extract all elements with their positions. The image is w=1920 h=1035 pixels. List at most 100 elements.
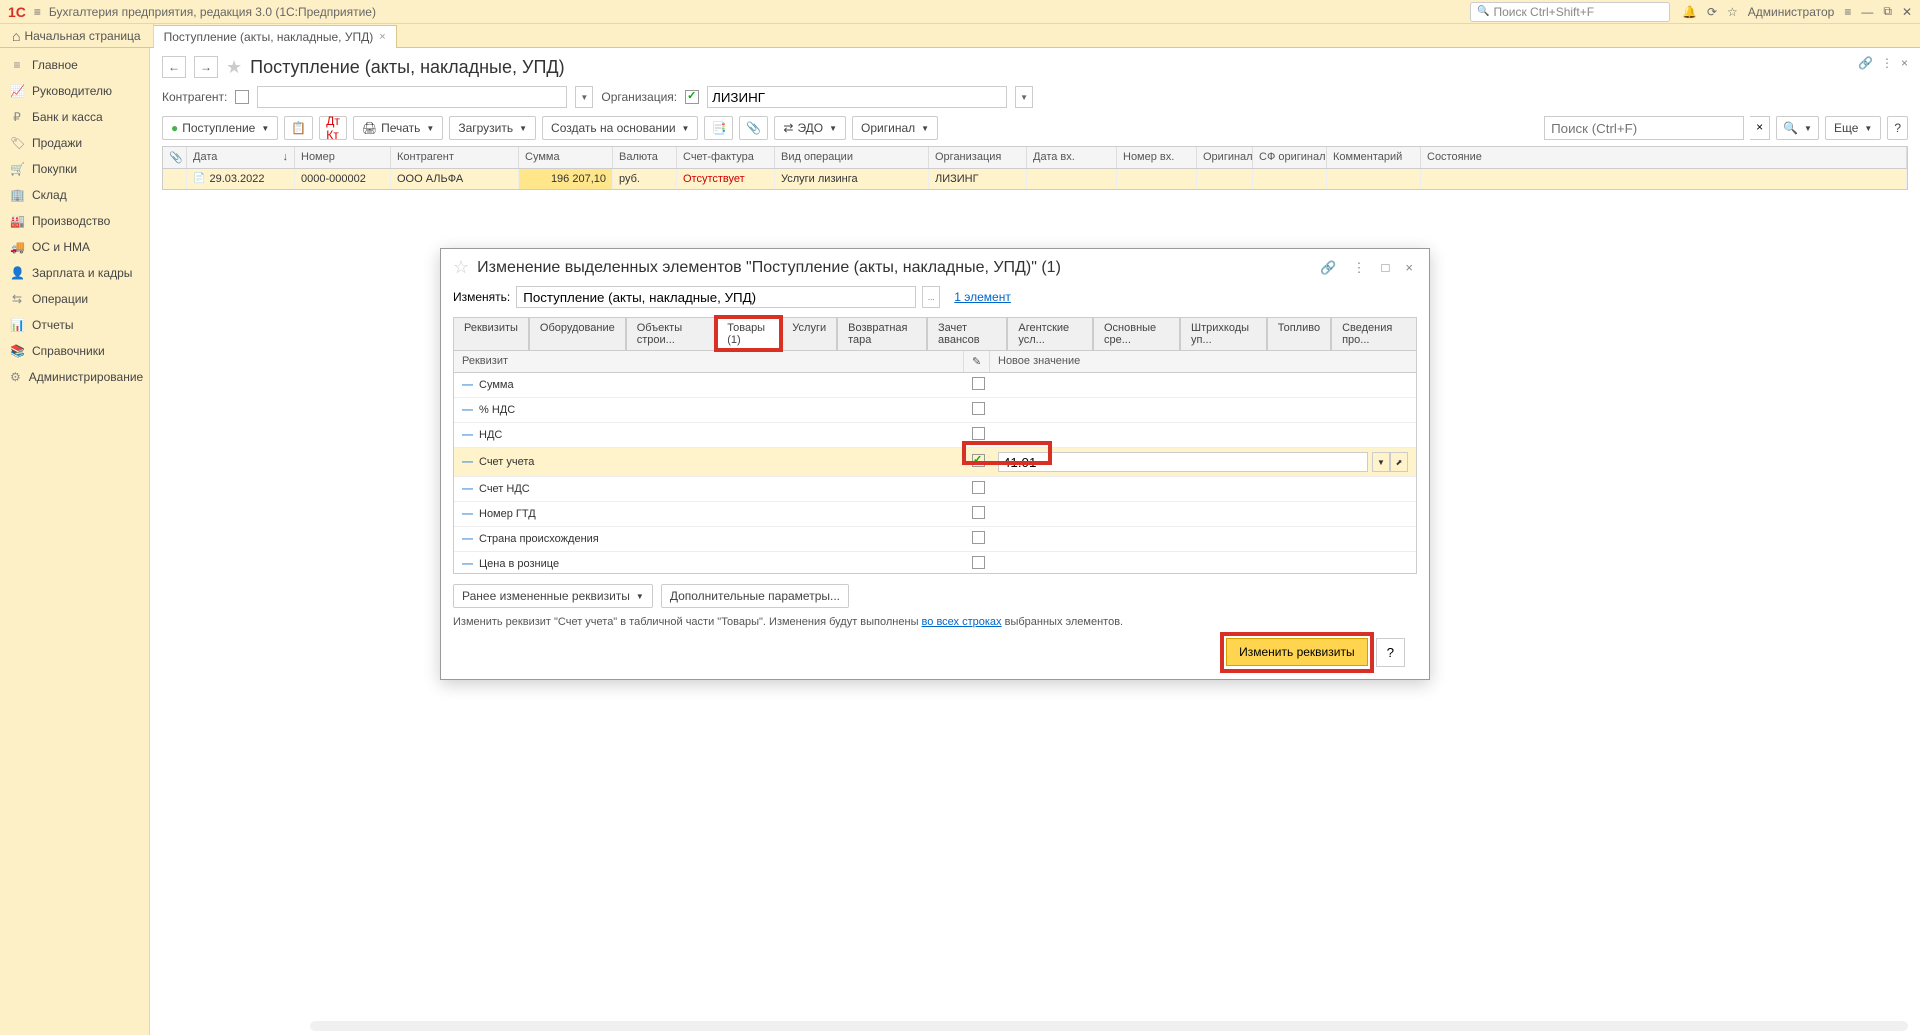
col-date-in[interactable]: Дата вх. — [1027, 147, 1117, 168]
dialog-favorite-icon[interactable]: ☆ — [453, 257, 469, 278]
element-count-link[interactable]: 1 элемент — [954, 290, 1011, 304]
dtkt-button[interactable]: ДтКт — [319, 116, 347, 140]
sidebar-item[interactable]: 🛒Покупки — [0, 156, 149, 182]
attr-row[interactable]: Сумма — [454, 373, 1416, 398]
edo-button[interactable]: ⇄ ЭДО▼ — [774, 116, 846, 140]
attr-row[interactable]: Страна происхождения — [454, 527, 1416, 552]
dialog-tab[interactable]: Оборудование — [529, 317, 626, 350]
dialog-link-icon[interactable]: 🔗 — [1316, 260, 1340, 276]
bell-icon[interactable]: 🔔 — [1682, 5, 1697, 19]
nav-back[interactable]: ← — [162, 56, 186, 78]
dialog-tab[interactable]: Возвратная тара — [837, 317, 927, 350]
col-currency[interactable]: Валюта — [613, 147, 677, 168]
attr-row[interactable]: % НДС — [454, 398, 1416, 423]
attr-checkbox-cell[interactable] — [964, 477, 990, 501]
filter-org-input[interactable] — [707, 86, 1007, 108]
change-dropdown[interactable]: ... — [922, 286, 940, 308]
dialog-tab[interactable]: Реквизиты — [453, 317, 529, 350]
attr-checkbox[interactable] — [972, 531, 985, 544]
link-icon[interactable]: 🔗 — [1858, 56, 1873, 70]
attr-checkbox-cell[interactable] — [964, 398, 990, 422]
tab-home[interactable]: Начальная страница — [0, 24, 154, 47]
attach-button[interactable]: 📎 — [739, 116, 768, 140]
col-comment[interactable]: Комментарий — [1327, 147, 1421, 168]
sidebar-item[interactable]: 🏷Продажи — [0, 130, 149, 156]
dialog-tab[interactable]: Зачет авансов — [927, 317, 1007, 350]
attr-value[interactable] — [990, 535, 1416, 543]
dialog-tab[interactable]: Основные сре... — [1093, 317, 1180, 350]
dialog-close-icon[interactable]: × — [1401, 260, 1417, 275]
close-icon[interactable]: ✕ — [1902, 5, 1912, 19]
dialog-tab[interactable]: Услуги — [781, 317, 837, 350]
dialog-tab[interactable]: Товары (1) — [716, 317, 781, 350]
dialog-tab[interactable]: Сведения про... — [1331, 317, 1417, 350]
attr-value[interactable] — [990, 431, 1416, 439]
list-search[interactable] — [1544, 116, 1744, 140]
change-input[interactable] — [516, 286, 916, 308]
val-open[interactable]: ⬈ — [1390, 452, 1408, 472]
col-attach[interactable]: 📎 — [163, 147, 187, 168]
original-button[interactable]: Оригинал▼ — [852, 116, 938, 140]
attr-checkbox-cell[interactable] — [964, 552, 990, 573]
col-date[interactable]: Дата↓ — [187, 147, 295, 168]
settings-icon[interactable]: ≡ — [1844, 5, 1851, 19]
create-based-button[interactable]: Создать на основании▼ — [542, 116, 698, 140]
col-operation[interactable]: Вид операции — [775, 147, 929, 168]
val-dropdown[interactable]: ▼ — [1372, 452, 1390, 472]
col-sum[interactable]: Сумма — [519, 147, 613, 168]
attr-row[interactable]: НДС — [454, 423, 1416, 448]
attr-value[interactable] — [990, 381, 1416, 389]
attr-checkbox[interactable] — [972, 454, 985, 467]
sidebar-item[interactable]: ⇆Операции — [0, 286, 149, 312]
sidebar-item[interactable]: 🏭Производство — [0, 208, 149, 234]
copy-button[interactable]: 📋 — [284, 116, 313, 140]
horizontal-scrollbar[interactable] — [310, 1021, 1908, 1031]
attr-checkbox[interactable] — [972, 556, 985, 569]
sidebar-item[interactable]: ₽Банк и касса — [0, 104, 149, 130]
filter-kontragent-checkbox[interactable] — [235, 90, 249, 104]
dialog-more-icon[interactable]: ⋮ — [1349, 260, 1370, 276]
global-search[interactable]: Поиск Ctrl+Shift+F — [1470, 2, 1670, 22]
restore-icon[interactable]: ⧉ — [1883, 4, 1892, 19]
user-label[interactable]: Администратор — [1748, 5, 1835, 19]
attr-value[interactable]: ▼⬈ — [990, 448, 1416, 476]
dialog-tab[interactable]: Агентские усл... — [1007, 317, 1093, 350]
filter-kontragent-input[interactable] — [257, 86, 567, 108]
search-clear[interactable]: × — [1750, 116, 1770, 140]
attr-value-input[interactable] — [998, 452, 1368, 472]
tab-close-icon[interactable]: × — [379, 31, 385, 43]
attr-checkbox-cell[interactable] — [964, 502, 990, 526]
attr-checkbox-cell[interactable] — [964, 373, 990, 397]
search-button[interactable]: 🔍▼ — [1776, 116, 1819, 140]
sidebar-item[interactable]: 🏢Склад — [0, 182, 149, 208]
attr-row[interactable]: Цена в рознице — [454, 552, 1416, 573]
help-button[interactable]: ? — [1887, 116, 1908, 140]
attr-row[interactable]: Счет учета▼⬈ — [454, 448, 1416, 477]
history-icon[interactable]: ⟳ — [1707, 5, 1717, 19]
prev-changed-button[interactable]: Ранее измененные реквизиты▼ — [453, 584, 653, 608]
col-num-in[interactable]: Номер вх. — [1117, 147, 1197, 168]
sidebar-item[interactable]: 📚Справочники — [0, 338, 149, 364]
nav-forward[interactable]: → — [194, 56, 218, 78]
attr-checkbox[interactable] — [972, 506, 985, 519]
col-state[interactable]: Состояние — [1421, 147, 1907, 168]
attr-row[interactable]: Номер ГТД — [454, 502, 1416, 527]
filter-org-checkbox[interactable] — [685, 90, 699, 104]
apply-button[interactable]: Изменить реквизиты — [1226, 638, 1367, 666]
sidebar-item[interactable]: 📊Отчеты — [0, 312, 149, 338]
dialog-help-button[interactable]: ? — [1376, 638, 1405, 667]
more-icon[interactable]: ⋮ — [1881, 56, 1893, 70]
col-sf-original[interactable]: СФ оригинал — [1253, 147, 1327, 168]
attr-value[interactable] — [990, 406, 1416, 414]
dialog-tab[interactable]: Топливо — [1267, 317, 1331, 350]
attr-checkbox[interactable] — [972, 377, 985, 390]
attr-row[interactable]: Счет НДС — [454, 477, 1416, 502]
sidebar-item[interactable]: ≡Главное — [0, 52, 149, 78]
minimize-icon[interactable]: — — [1861, 5, 1873, 19]
col-org[interactable]: Организация — [929, 147, 1027, 168]
registry-button[interactable]: 📑 — [704, 116, 733, 140]
attr-checkbox[interactable] — [972, 402, 985, 415]
attr-value[interactable] — [990, 560, 1416, 568]
col-kontragent[interactable]: Контрагент — [391, 147, 519, 168]
receipt-button[interactable]: Поступление▼ — [162, 116, 278, 140]
